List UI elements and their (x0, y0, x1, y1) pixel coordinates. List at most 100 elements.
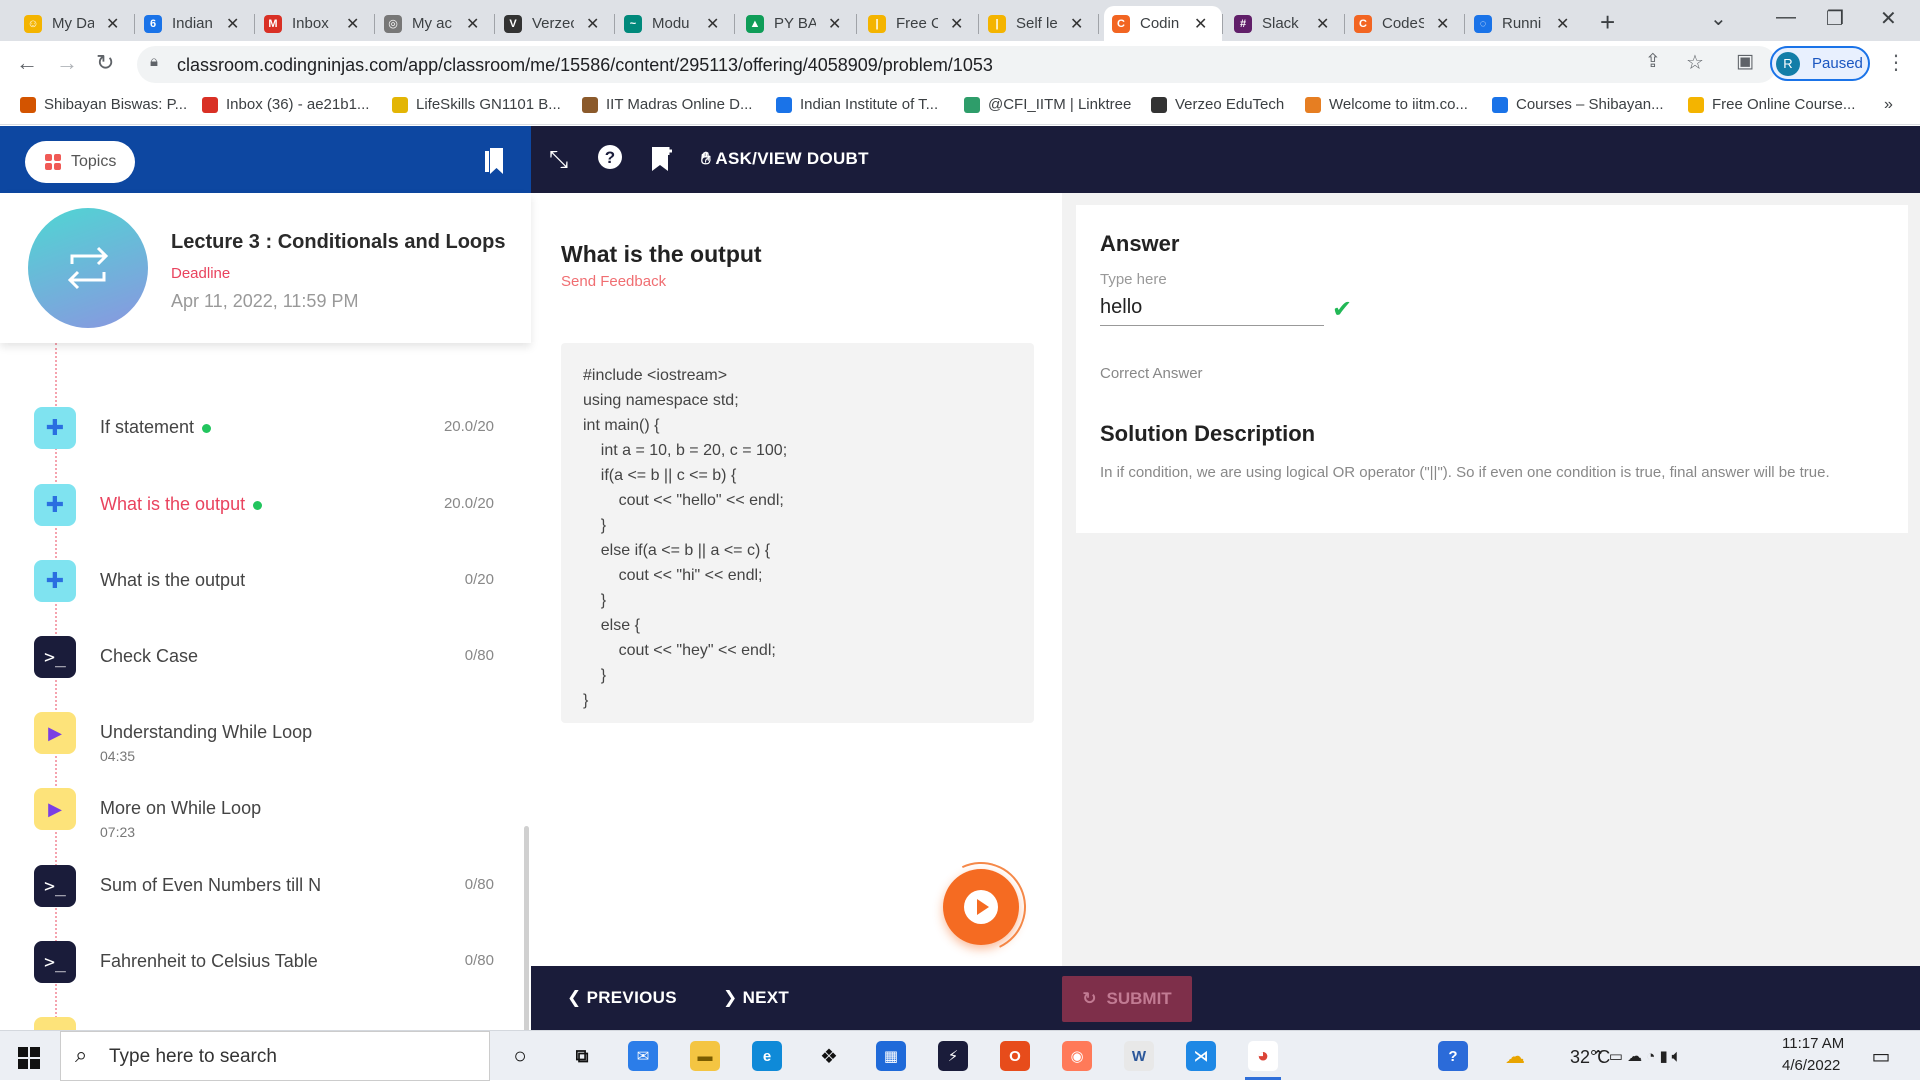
browser-tab[interactable]: ◎ My ac ✕ (376, 6, 494, 41)
sidebar-item[interactable]: ▶Patterns (0, 1017, 520, 1030)
file-explorer-icon[interactable]: ▬ (690, 1041, 720, 1071)
edge-icon[interactable]: e (752, 1041, 782, 1071)
minimize-button[interactable]: — (1776, 6, 1796, 29)
dropbox-icon[interactable]: ❖ (814, 1041, 844, 1071)
firefox-icon[interactable]: ◉ (1062, 1041, 1092, 1071)
sidebar-item[interactable]: ▶ Understanding While Loop 04:35 (0, 712, 520, 782)
bookmark-item[interactable]: @CFI_IITM | Linktree (964, 96, 1131, 113)
browser-tab[interactable]: ~ Modu ✕ (616, 6, 734, 41)
sidebar-item[interactable]: ✚ If statement 20.0/20 (0, 407, 520, 477)
play-button[interactable] (943, 869, 1019, 945)
browser-tab[interactable]: C CodeS ✕ (1346, 6, 1464, 41)
bookmark-item[interactable]: Inbox (36) - ae21b1... (202, 96, 369, 113)
sidebar-scrollbar[interactable] (524, 826, 529, 1030)
tab-close-icon[interactable]: ✕ (1556, 14, 1569, 34)
video-icon: ▶ (34, 1017, 76, 1030)
browser-tab[interactable]: 6 Indian ✕ (136, 6, 254, 41)
sidebar-item[interactable]: ▶ More on While Loop 07:23 (0, 788, 520, 858)
browser-tab[interactable]: C Codin ✕ (1104, 6, 1222, 41)
browser-tab[interactable]: ▲ PY BA ✕ (738, 6, 856, 41)
bookmark-item[interactable]: IIT Madras Online D... (582, 96, 752, 113)
weather-icon[interactable]: ☁ (1500, 1041, 1530, 1071)
sidebar-item[interactable]: >_ Check Case 0/80 (0, 636, 520, 706)
browser-tab[interactable]: ☺ My Da ✕ (16, 6, 134, 41)
answer-input[interactable]: hello (1100, 296, 1142, 319)
sidebar-item[interactable]: ✚What is the output20.0/20 (0, 343, 520, 348)
tab-close-icon[interactable]: ✕ (706, 14, 719, 34)
browser-tab[interactable]: ◌ Runni ✕ (1466, 6, 1584, 41)
bookmark-item[interactable]: Welcome to iitm.co... (1305, 96, 1468, 113)
browser-tab[interactable]: # Slack ✕ (1226, 6, 1344, 41)
expand-icon[interactable]: ⤡ (549, 146, 568, 174)
previous-button[interactable]: ❮ PREVIOUS (567, 988, 677, 1008)
tab-close-icon[interactable]: ✕ (1436, 14, 1449, 34)
lock-icon[interactable]: 🔒︎ (150, 53, 158, 70)
tab-close-icon[interactable]: ✕ (586, 14, 599, 34)
notification-icon[interactable]: ▭ (1866, 1041, 1896, 1071)
bookmark-add-icon[interactable] (651, 146, 673, 179)
terminal-app-icon[interactable]: ⚡ (938, 1041, 968, 1071)
task-view-icon[interactable]: ⧉ (567, 1041, 597, 1071)
loop-icon (28, 208, 148, 328)
tab-close-icon[interactable]: ✕ (346, 14, 359, 34)
taskbar-search[interactable]: ⌕ Type here to search (60, 1031, 490, 1081)
help-tray-icon[interactable]: ? (1438, 1041, 1468, 1071)
browser-tab[interactable]: | Free C ✕ (860, 6, 978, 41)
url-text[interactable]: classroom.codingninjas.com/app/classroom… (177, 55, 993, 76)
windows-start-icon[interactable] (18, 1047, 40, 1069)
send-feedback-link[interactable]: Send Feedback (561, 273, 666, 290)
word-icon[interactable]: W (1124, 1041, 1154, 1071)
bookmark-item[interactable]: Free Online Course... (1688, 96, 1855, 113)
help-icon[interactable]: ? (597, 144, 623, 177)
sidebar-item[interactable]: >_ Fahrenheit to Celsius Table 0/80 (0, 941, 520, 1011)
topics-button[interactable]: Topics (25, 141, 135, 183)
bookmark-item[interactable]: Shibayan Biswas: P... (20, 96, 187, 113)
bookmark-item[interactable]: Verzeo EduTech (1151, 96, 1284, 113)
tab-close-icon[interactable]: ✕ (1070, 14, 1083, 34)
menu-icon[interactable]: ⋮ (1886, 50, 1906, 75)
chrome-icon[interactable]: ◕ (1248, 1041, 1278, 1071)
profile-button[interactable]: R Paused (1770, 46, 1870, 81)
browser-tab[interactable]: V Verzec ✕ (496, 6, 614, 41)
reload-icon[interactable]: ↻ (96, 50, 114, 76)
bookmark-item[interactable]: LifeSkills GN1101 B... (392, 96, 561, 113)
back-icon[interactable]: ← (16, 50, 38, 76)
tab-close-icon[interactable]: ✕ (226, 14, 239, 34)
system-tray-icons[interactable]: ⌃ ▭ ☁ ◔ ▮ 🔈︎ (1592, 1041, 1732, 1071)
store-icon[interactable]: ▦ (876, 1041, 906, 1071)
content-header: ⤡ ? ✋︎ ASK/VIEW DOUBT (531, 126, 1920, 193)
bookmark-item[interactable]: Courses – Shibayan... (1492, 96, 1664, 113)
submit-button[interactable]: ↻ SUBMIT (1062, 976, 1192, 1022)
bookmark-item[interactable]: Indian Institute of T... (776, 96, 938, 113)
sidepanel-icon[interactable]: ▣ (1736, 50, 1754, 73)
sidebar-item[interactable]: >_ Sum of Even Numbers till N 0/80 (0, 865, 520, 935)
vscode-icon[interactable]: ⋊ (1186, 1041, 1216, 1071)
mail-icon[interactable]: ✉ (628, 1041, 658, 1071)
sidebar-item[interactable]: ✚ What is the output 0/20 (0, 560, 520, 630)
next-button[interactable]: ❯ NEXT (723, 988, 789, 1008)
sidebar-item[interactable]: ✚What is the output20.0/20 (0, 484, 520, 554)
tab-search-icon[interactable]: ⌄ (1710, 6, 1727, 31)
star-icon[interactable]: ☆ (1686, 50, 1704, 75)
new-tab-button[interactable]: + (1600, 7, 1615, 38)
share-icon[interactable]: ⇪ (1645, 50, 1661, 73)
maximize-button[interactable]: ❐ (1826, 6, 1844, 31)
clock-time[interactable]: 11:17 AM (1782, 1035, 1844, 1052)
ask-doubt-button[interactable]: ✋︎ ASK/VIEW DOUBT (701, 149, 869, 169)
tab-close-icon[interactable]: ✕ (1316, 14, 1329, 34)
tab-close-icon[interactable]: ✕ (828, 14, 841, 34)
forward-icon[interactable]: → (56, 50, 78, 76)
tab-close-icon[interactable]: ✕ (950, 14, 963, 34)
bookmarks-icon[interactable] (483, 148, 505, 174)
clock-date[interactable]: 4/6/2022 (1782, 1057, 1840, 1074)
cortana-icon[interactable]: ○ (505, 1041, 535, 1071)
tab-close-icon[interactable]: ✕ (466, 14, 479, 34)
tab-close-icon[interactable]: ✕ (106, 14, 119, 34)
question-title: What is the output (561, 241, 762, 267)
close-window-button[interactable]: ✕ (1880, 6, 1897, 31)
more-bookmarks-icon[interactable]: » (1884, 96, 1893, 114)
tab-close-icon[interactable]: ✕ (1194, 14, 1207, 34)
browser-tab[interactable]: M Inbox ✕ (256, 6, 374, 41)
office-icon[interactable]: O (1000, 1041, 1030, 1071)
browser-tab[interactable]: | Self le ✕ (980, 6, 1098, 41)
